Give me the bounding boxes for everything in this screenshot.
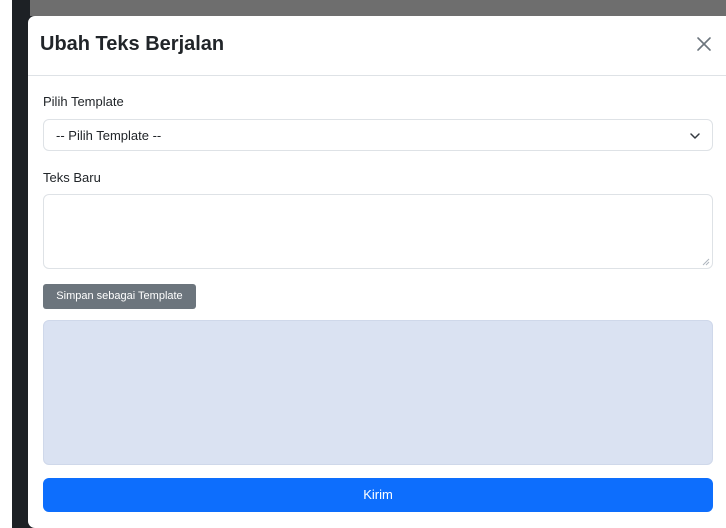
modal-title: Ubah Teks Berjalan [40, 33, 225, 55]
new-text-textarea[interactable] [43, 194, 713, 269]
template-select-value: -- Pilih Template -- [56, 128, 162, 143]
close-button[interactable] [692, 32, 716, 56]
ticker-preview-area [43, 320, 713, 465]
close-icon [697, 37, 711, 51]
submit-button[interactable]: Kirim [43, 478, 713, 512]
new-text-label: Teks Baru [43, 170, 101, 185]
chevron-down-icon [690, 133, 700, 139]
save-as-template-button[interactable]: Simpan sebagai Template [43, 284, 196, 309]
template-select[interactable]: -- Pilih Template -- [43, 119, 713, 151]
template-select-label: Pilih Template [43, 94, 124, 109]
background-strip [30, 0, 726, 16]
page-edge [0, 0, 12, 528]
modal-header: Ubah Teks Berjalan [28, 16, 726, 76]
edit-ticker-modal: Ubah Teks Berjalan Pilih Template -- Pil… [28, 16, 726, 528]
resize-handle-icon[interactable] [702, 258, 710, 266]
